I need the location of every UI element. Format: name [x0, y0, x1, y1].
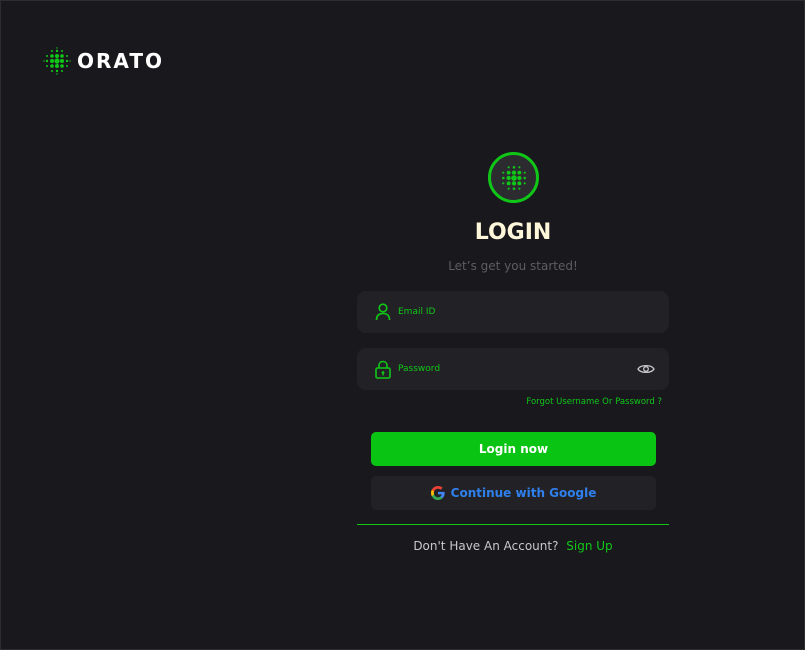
orato-logo-icon — [501, 165, 526, 190]
password-input[interactable] — [398, 348, 637, 390]
password-field-container — [357, 348, 669, 390]
signup-link[interactable]: Sign Up — [566, 539, 612, 553]
page-subtitle: Let’s get you started! — [448, 259, 578, 273]
brand-header: ORATO — [43, 46, 164, 76]
forgot-password-link[interactable]: Forgot Username Or Password ? — [526, 397, 662, 407]
google-icon — [430, 486, 445, 500]
orato-logo-icon — [43, 47, 71, 75]
login-button[interactable]: Login now — [371, 432, 656, 466]
signup-row: Don't Have An Account? Sign Up — [357, 539, 669, 553]
email-input[interactable] — [398, 291, 669, 333]
no-account-text: Don't Have An Account? — [413, 539, 559, 553]
divider — [357, 524, 669, 525]
page-title: LOGIN — [474, 220, 552, 245]
google-button-label: Continue with Google — [450, 486, 597, 500]
user-icon — [374, 302, 392, 322]
eye-icon[interactable] — [637, 362, 655, 376]
login-logo-badge — [488, 152, 539, 203]
lock-icon — [374, 359, 392, 379]
email-field-container — [357, 291, 669, 333]
google-login-button[interactable]: Continue with Google — [371, 476, 656, 510]
login-page: ORATO LOGIN Let’s get you started! Email… — [0, 0, 805, 650]
brand-name: ORATO — [77, 49, 164, 73]
